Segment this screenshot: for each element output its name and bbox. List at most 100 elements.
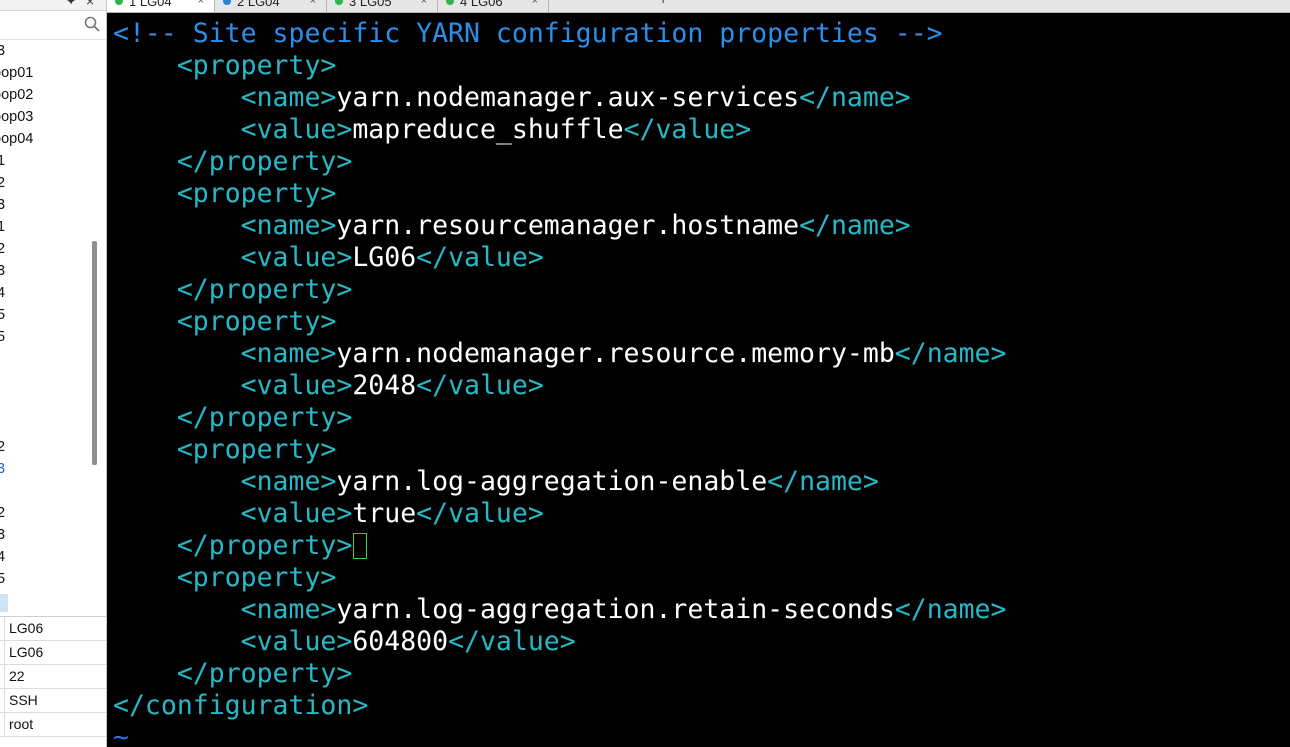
tree-item[interactable]: 2: [0, 437, 5, 457]
property-open-tag: <property>: [176, 562, 337, 593]
tree-item[interactable]: oop01: [0, 63, 33, 83]
property-value: SSH: [9, 692, 38, 708]
tree-item[interactable]: 4: [0, 547, 5, 567]
name-open-tag: <name>: [240, 338, 337, 369]
tree-item[interactable]: 2: [0, 503, 5, 523]
status-dot-icon: [335, 0, 343, 5]
add-tab-button[interactable]: +: [659, 0, 667, 7]
tree-item[interactable]: 3: [0, 261, 5, 281]
name-open-tag: <name>: [240, 466, 337, 497]
close-icon[interactable]: ×: [86, 0, 94, 9]
tree-item[interactable]: 5: [0, 327, 5, 347]
value-line: <value>mapreduce_shuffle</value>: [113, 114, 752, 146]
tree-item[interactable]: oop04: [0, 129, 33, 149]
value-open-tag: <value>: [240, 498, 353, 529]
property-name: yarn.resourcemanager.hostname: [336, 210, 800, 241]
tab-label: 3 LG05: [349, 0, 392, 9]
tree-item[interactable]: 3: [0, 41, 5, 61]
property-close-line: </property>: [113, 402, 353, 434]
tilde-marker: ~: [113, 722, 129, 747]
pin-icon[interactable]: ✦: [66, 0, 76, 8]
tree-item[interactable]: 3: [0, 525, 5, 545]
name-open-tag: <name>: [240, 82, 337, 113]
tree-item[interactable]: 3: [0, 459, 5, 479]
property-value: true: [352, 498, 417, 529]
tree-item[interactable]: oop03: [0, 107, 33, 127]
property-close-tag: </property>: [176, 402, 353, 433]
tree-item[interactable]: 4: [0, 283, 5, 303]
property-row: root: [0, 713, 106, 737]
tree-scrollbar[interactable]: [92, 241, 97, 465]
close-tab-icon[interactable]: ×: [532, 0, 538, 12]
configuration-close-tag: </configuration>: [113, 690, 369, 721]
value-close-tag: </value>: [448, 626, 576, 657]
property-close-line: </property>: [113, 146, 353, 178]
property-open-line: <property>: [113, 50, 337, 82]
value-line: <value>604800</value>: [113, 626, 576, 658]
property-close-tag: </property>: [176, 658, 353, 689]
property-close-line: </property>: [113, 274, 353, 306]
property-row: 22: [0, 665, 106, 689]
property-open-line: <property>: [113, 178, 337, 210]
property-name: yarn.log-aggregation-enable: [336, 466, 768, 497]
value-line: <value>2048</value>: [113, 370, 544, 402]
comment-line: <!-- Site specific YARN configuration pr…: [113, 18, 943, 49]
property-close-tag: </property>: [176, 274, 353, 305]
tab-lg04-2[interactable]: 2 LG04 ×: [215, 0, 327, 12]
tab-lg05[interactable]: 3 LG05 ×: [327, 0, 438, 12]
name-line: <name>yarn.nodemanager.aux-services</nam…: [113, 82, 911, 114]
value-close-tag: </value>: [416, 498, 544, 529]
name-line: <name>yarn.resourcemanager.hostname</nam…: [113, 210, 911, 242]
empty-buffer-line: ~: [113, 722, 129, 747]
value-open-tag: <value>: [240, 626, 353, 657]
value-open-tag: <value>: [240, 370, 353, 401]
property-close-tag: </property>: [176, 530, 353, 561]
session-search[interactable]: [0, 11, 106, 40]
name-close-tag: </name>: [799, 210, 911, 241]
property-close-line: </property>: [113, 658, 353, 690]
status-dot-icon: [115, 0, 123, 5]
name-line: <name>yarn.log-aggregation.retain-second…: [113, 594, 1007, 626]
value-close-tag: </value>: [623, 114, 752, 145]
name-line: <name>yarn.log-aggregation-enable</name>: [113, 466, 879, 498]
tree-item[interactable]: 1: [0, 151, 5, 171]
tree-item[interactable]: 1: [0, 217, 5, 237]
property-close-line: </property>: [113, 530, 368, 562]
tree-item[interactable]: 3: [0, 195, 5, 215]
tab-lg04-1[interactable]: 1 LG04 ×: [107, 0, 215, 12]
close-tab-icon[interactable]: ×: [198, 0, 204, 12]
close-tab-icon[interactable]: ×: [421, 0, 427, 12]
property-value: LG06: [9, 644, 44, 660]
tree-item[interactable]: 5: [0, 305, 5, 325]
status-dot-icon: [223, 0, 231, 5]
tab-strip: 1 LG04 × 2 LG04 × 3 LG05 × 4 LG06 × +: [107, 0, 1290, 13]
tree-item[interactable]: 2: [0, 173, 5, 193]
session-panel: ✦ × 3 oop01 oop02 oop03 oop04 1 2 3 1 2 …: [0, 0, 107, 747]
search-icon[interactable]: [84, 16, 100, 32]
tree-item[interactable]: 5: [0, 569, 5, 589]
property-value: LG06: [352, 242, 417, 273]
property-row: SSH: [0, 689, 106, 713]
configuration-close-line: </configuration>: [113, 690, 368, 722]
tab-lg06[interactable]: 4 LG06 ×: [438, 0, 549, 12]
property-row: LG06: [0, 617, 106, 641]
tree-item[interactable]: 2: [0, 239, 5, 259]
property-value: 2048: [352, 370, 417, 401]
value-close-tag: </value>: [416, 370, 544, 401]
terminal-output[interactable]: <!-- Site specific YARN configuration pr…: [108, 13, 1290, 747]
close-tab-icon[interactable]: ×: [310, 0, 316, 12]
value-close-tag: </value>: [416, 242, 544, 273]
tree-item[interactable]: oop02: [0, 85, 33, 105]
